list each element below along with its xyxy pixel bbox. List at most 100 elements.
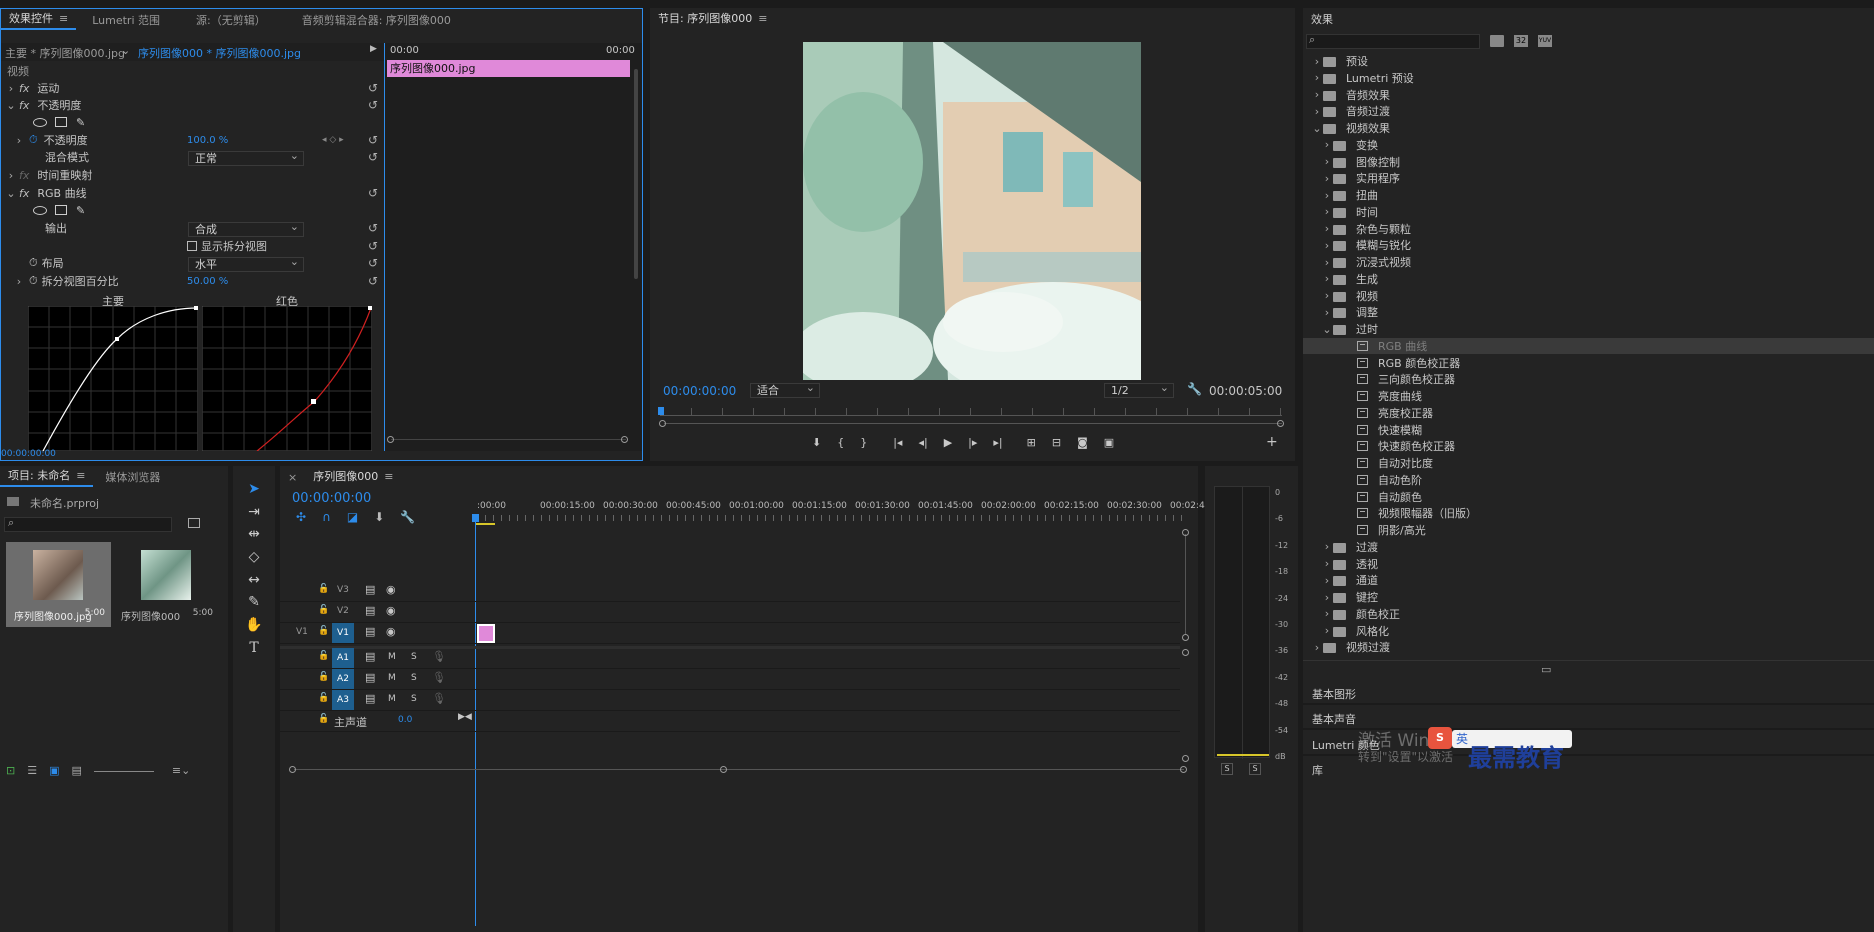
list-view-icon[interactable]: ☰: [27, 764, 37, 777]
reset-icon[interactable]: ↺: [366, 98, 380, 112]
solo-button[interactable]: S: [411, 694, 417, 704]
split-view-checkbox[interactable]: [187, 241, 197, 251]
fx-icon[interactable]: fx: [19, 99, 29, 112]
chevron-right-icon[interactable]: ›: [1321, 624, 1333, 637]
chevron-down-icon[interactable]: ⌄: [1321, 323, 1333, 336]
tab-lumetri-scopes[interactable]: Lumetri 范围: [84, 12, 168, 28]
scroll-handle[interactable]: [1182, 634, 1189, 641]
hand-tool-icon[interactable]: ✋: [242, 614, 266, 636]
stopwatch-icon[interactable]: ⏱: [29, 274, 38, 288]
master-clip-label[interactable]: 主要 * 序列图像000.jpg: [5, 45, 125, 61]
reset-icon[interactable]: ↺: [366, 133, 380, 147]
track-label[interactable]: V1: [332, 623, 354, 643]
chevron-right-icon[interactable]: ›: [1321, 205, 1333, 218]
chevron-right-icon[interactable]: ›: [1321, 189, 1333, 202]
chevron-down-icon[interactable]: ⌄: [5, 187, 17, 200]
snap-icon[interactable]: ∩: [322, 510, 331, 524]
pen-mask-icon[interactable]: ✎: [76, 204, 85, 217]
close-icon[interactable]: ×: [280, 471, 305, 484]
mic-icon[interactable]: 🎙: [432, 671, 446, 684]
program-ruler[interactable]: [660, 408, 1282, 416]
tab-effect-controls[interactable]: 效果控件 ≡: [1, 10, 77, 30]
razor-tool-icon[interactable]: ◇: [242, 546, 266, 568]
blend-mode-select[interactable]: 正常: [188, 149, 304, 166]
sync-lock-icon[interactable]: ▤: [365, 625, 375, 638]
resolution-select[interactable]: 1/2: [1104, 381, 1174, 398]
scroll-handle[interactable]: [659, 420, 666, 427]
lock-icon[interactable]: 🔓: [318, 605, 329, 615]
track-select-tool-icon[interactable]: ⇥: [242, 501, 266, 523]
play-only-icon[interactable]: ▶: [370, 44, 377, 54]
timeline-settings-icon[interactable]: 🔧: [400, 510, 415, 524]
scroll-handle[interactable]: [1182, 755, 1189, 762]
essential-graphics-panel[interactable]: 基本图形: [1312, 686, 1356, 702]
sort-icon[interactable]: ≡⌄: [172, 764, 190, 777]
chevron-right-icon[interactable]: ›: [1311, 55, 1323, 68]
effect-folder[interactable]: › 模糊与锐化: [1303, 237, 1874, 253]
split-pct-value[interactable]: 50.00 %: [187, 276, 228, 287]
mic-icon[interactable]: 🎙: [432, 650, 446, 663]
chevron-right-icon[interactable]: ›: [1321, 574, 1333, 587]
scroll-handle[interactable]: [289, 766, 296, 773]
effect-folder[interactable]: ⌄ 过时: [1303, 321, 1874, 337]
project-thumb-2[interactable]: 序列图像000 5:00: [114, 542, 219, 627]
lock-icon[interactable]: 🔓: [318, 693, 329, 703]
track-a2[interactable]: 🔓 A2 ▤ M S 🎙: [280, 669, 1180, 690]
add-marker-icon[interactable]: ⬇: [374, 510, 384, 524]
panel-menu-icon[interactable]: ≡: [758, 12, 767, 25]
effect-item[interactable]: 亮度曲线: [1303, 388, 1874, 404]
program-timecode[interactable]: 00:00:00:00: [663, 384, 736, 398]
timeline-v-scroll[interactable]: [1185, 534, 1186, 634]
step-forward-icon[interactable]: |▸: [968, 436, 977, 449]
chevron-down-icon[interactable]: ⌄: [1311, 122, 1323, 135]
effect-item[interactable]: 视频限幅器（旧版）: [1303, 505, 1874, 521]
tab-audio-clip-mixer[interactable]: 音频剪辑混合器: 序列图像000: [294, 12, 459, 28]
panel-menu-icon[interactable]: ≡: [384, 470, 393, 483]
stopwatch-icon[interactable]: ⏱: [29, 133, 38, 147]
wrench-icon[interactable]: 🔧: [1187, 382, 1202, 396]
chevron-right-icon[interactable]: ›: [5, 169, 17, 182]
eye-icon[interactable]: ◉: [386, 604, 396, 617]
solo-right-button[interactable]: S: [1249, 763, 1261, 775]
effect-folder[interactable]: › 生成: [1303, 271, 1874, 287]
effect-folder[interactable]: › 通道: [1303, 572, 1874, 588]
tab-source[interactable]: 源:（无剪辑）: [188, 12, 274, 28]
new-folder-icon[interactable]: ▭: [1541, 663, 1551, 676]
filter-yuv-icon[interactable]: YUV: [1538, 35, 1552, 47]
effect-folder[interactable]: › 风格化: [1303, 623, 1874, 639]
extract-icon[interactable]: ⊟: [1052, 436, 1061, 449]
chevron-down-icon[interactable]: ⌄: [121, 44, 130, 57]
track-v3[interactable]: 🔓 V3 ▤ ◉: [280, 581, 1180, 602]
project-thumb-1[interactable]: 序列图像000.jpg 5:00: [6, 542, 111, 627]
effect-folder[interactable]: › 键控: [1303, 589, 1874, 605]
chevron-right-icon[interactable]: ›: [1321, 540, 1333, 553]
effect-item[interactable]: 自动对比度: [1303, 455, 1874, 471]
effect-folder[interactable]: › 调整: [1303, 304, 1874, 320]
marker-icon[interactable]: ⬇: [812, 436, 821, 449]
effect-item[interactable]: 快速颜色校正器: [1303, 438, 1874, 454]
sync-lock-icon[interactable]: ▤: [365, 692, 375, 705]
ripple-edit-tool-icon[interactable]: ⇹: [242, 523, 266, 545]
effect-folder[interactable]: › 沉浸式视频: [1303, 254, 1874, 270]
playhead-icon[interactable]: [658, 407, 664, 415]
effect-folder[interactable]: › 变换: [1303, 137, 1874, 153]
chevron-right-icon[interactable]: ›: [5, 82, 17, 95]
play-icon[interactable]: ▶: [944, 436, 952, 449]
filter-accelerated-icon[interactable]: [1490, 35, 1504, 47]
master-value[interactable]: 0.0: [398, 715, 412, 725]
panel-menu-icon[interactable]: ≡: [76, 469, 85, 482]
curve-master-graph[interactable]: [28, 306, 198, 451]
ellipse-mask-icon[interactable]: [33, 117, 47, 127]
essential-sound-panel[interactable]: 基本声音: [1312, 711, 1356, 727]
stopwatch-icon[interactable]: ⏱: [29, 256, 38, 270]
go-to-in-icon[interactable]: |◂: [893, 436, 902, 449]
freeform-view-icon[interactable]: ▤: [72, 764, 82, 777]
tab-media-browser[interactable]: 媒体浏览器: [97, 469, 168, 485]
icon-view-icon[interactable]: ▣: [49, 764, 59, 777]
sequence-clip-label[interactable]: 序列图像000 * 序列图像000.jpg: [138, 45, 301, 61]
effect-folder[interactable]: › 过渡: [1303, 539, 1874, 555]
scroll-handle[interactable]: [1182, 529, 1189, 536]
project-search-input[interactable]: ⌕: [4, 516, 172, 532]
export-frame-icon[interactable]: ◙: [1077, 436, 1088, 449]
chevron-right-icon[interactable]: ›: [1321, 172, 1333, 185]
